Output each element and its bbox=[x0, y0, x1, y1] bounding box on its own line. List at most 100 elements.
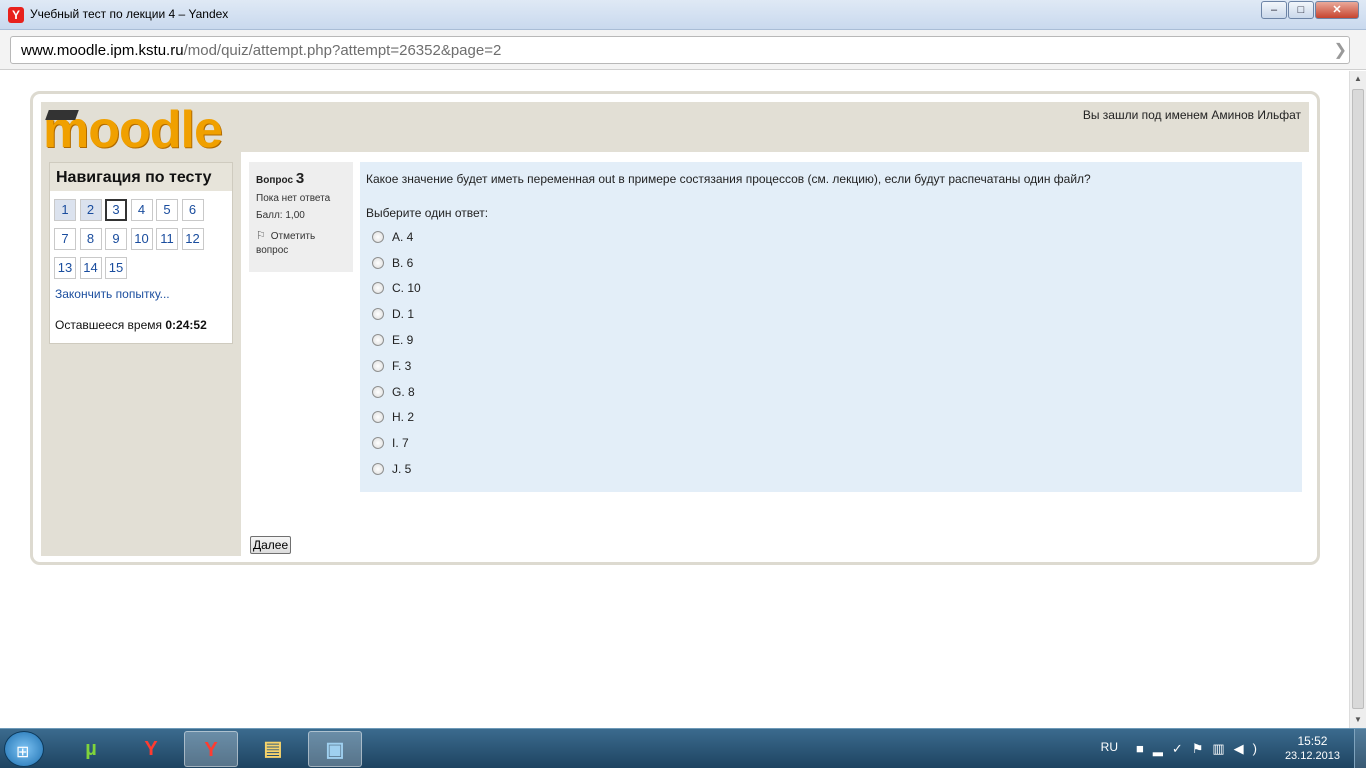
next-button[interactable]: Далее bbox=[250, 536, 292, 554]
answer-radio[interactable] bbox=[372, 463, 384, 476]
answer-label: B. 6 bbox=[392, 255, 414, 270]
question-label: Вопрос bbox=[256, 175, 294, 186]
question-nav-button-12[interactable]: 12 bbox=[181, 228, 204, 250]
answer-label: F. 3 bbox=[392, 358, 412, 373]
answer-label: D. 1 bbox=[392, 307, 415, 322]
answer-radio[interactable] bbox=[372, 385, 384, 398]
time-remaining-value: 0:24:52 bbox=[165, 318, 207, 332]
moodle-page: moodle Вы зашли под именем Аминов Ильфат… bbox=[30, 91, 1320, 565]
minimize-button[interactable]: ‒ bbox=[1261, 1, 1287, 19]
question-nav-button-15[interactable]: 15 bbox=[105, 257, 127, 279]
vertical-scrollbar[interactable]: ▲ ▼ bbox=[1349, 71, 1366, 728]
network-icon[interactable]: ▥ bbox=[1212, 741, 1233, 756]
question-nav-button-11[interactable]: 11 bbox=[156, 228, 178, 250]
language-indicator[interactable]: RU bbox=[1101, 740, 1118, 754]
maximize-button[interactable]: □ bbox=[1288, 1, 1314, 19]
question-nav-button-14[interactable]: 14 bbox=[79, 257, 102, 279]
answer-label: E. 9 bbox=[392, 333, 414, 348]
answer-radio[interactable] bbox=[372, 437, 384, 450]
signal-icon[interactable]: ▂ bbox=[1153, 741, 1172, 756]
answer-label: H. 2 bbox=[392, 410, 415, 425]
tray-icons: ■▂✓⚑▥◀) bbox=[1136, 741, 1266, 757]
scrollbar-thumb[interactable] bbox=[1352, 89, 1364, 709]
question-nav-button-6[interactable]: 6 bbox=[181, 199, 204, 221]
question-nav-button-10[interactable]: 10 bbox=[130, 228, 153, 250]
scroll-down-icon[interactable]: ▼ bbox=[1350, 712, 1366, 728]
scroll-up-icon[interactable]: ▲ bbox=[1350, 71, 1366, 87]
tray-sync-icon[interactable]: ✓ bbox=[1172, 741, 1192, 756]
answer-option[interactable]: D. 1 bbox=[366, 301, 1296, 327]
answer-radio[interactable] bbox=[372, 359, 384, 372]
page-header: moodle Вы зашли под именем Аминов Ильфат bbox=[41, 102, 1309, 158]
answer-radio[interactable] bbox=[372, 230, 384, 243]
url-text: www.moodle.ipm.kstu.ru/mod/quiz/attempt.… bbox=[21, 42, 501, 59]
url-path: /mod/quiz/attempt.php?attempt=26352&page… bbox=[183, 42, 502, 59]
moodle-logo[interactable]: moodle bbox=[43, 102, 223, 158]
window-title: Учебный тест по лекции 4 – Yandex bbox=[30, 7, 229, 21]
clock-time: 15:52 bbox=[1297, 734, 1328, 748]
time-remaining: Оставшееся время 0:24:52 bbox=[55, 318, 207, 332]
volume-icon[interactable]: ◀) bbox=[1234, 741, 1266, 756]
answer-option[interactable]: I. 7 bbox=[366, 430, 1296, 456]
question-nav-button-5[interactable]: 5 bbox=[156, 199, 178, 221]
answer-prompt: Выберите один ответ: bbox=[366, 206, 489, 220]
start-button[interactable]: ⊞ bbox=[4, 731, 44, 767]
question-nav-button-4[interactable]: 4 bbox=[130, 199, 153, 221]
flag-question-toggle[interactable]: ⚐ Отметить вопрос bbox=[256, 229, 346, 258]
taskbar: ⊞ µ Y Y ▤ ▣ RU ■▂✓⚑▥◀) 15:52 23.12.2013 bbox=[0, 728, 1366, 768]
answer-radio[interactable] bbox=[372, 308, 384, 321]
answer-label: A. 4 bbox=[392, 229, 414, 244]
yandex-icon[interactable]: Y bbox=[124, 731, 178, 767]
show-desktop-button[interactable] bbox=[1354, 729, 1366, 768]
question-nav-button-8[interactable]: 8 bbox=[79, 228, 102, 250]
answer-radio[interactable] bbox=[372, 334, 384, 347]
answer-label: G. 8 bbox=[392, 384, 415, 399]
time-remaining-label: Оставшееся время bbox=[55, 318, 163, 332]
folder-icon[interactable]: ▤ bbox=[246, 731, 300, 767]
question-text: Какое значение будет иметь переменная ou… bbox=[366, 172, 1091, 186]
answer-option[interactable]: E. 9 bbox=[366, 327, 1296, 353]
answer-option[interactable]: G. 8 bbox=[366, 379, 1296, 405]
question-nav-button-2[interactable]: 2 bbox=[79, 199, 102, 221]
answer-option[interactable]: B. 6 bbox=[366, 250, 1296, 276]
question-score: Балл: 1,00 bbox=[256, 210, 305, 221]
flag-icon: ⚐ bbox=[256, 230, 266, 242]
quiz-navigation-block: Навигация по тесту 1 2 3 4 5 6 7 8 9 10 11 12 13 14 15… bbox=[49, 162, 233, 344]
clock[interactable]: 15:52 23.12.2013 bbox=[1285, 734, 1340, 764]
answer-label: I. 7 bbox=[392, 436, 409, 451]
answer-option[interactable]: H. 2 bbox=[366, 405, 1296, 431]
windows-logo-icon: ⊞ bbox=[16, 744, 30, 761]
yandex-browser-icon: Y bbox=[8, 7, 24, 23]
question-number: Вопрос 3 bbox=[256, 170, 346, 187]
finish-attempt-link[interactable]: Закончить попытку... bbox=[55, 287, 170, 301]
answer-option[interactable]: A. 4 bbox=[366, 224, 1296, 250]
question-nav-button-1[interactable]: 1 bbox=[54, 199, 76, 221]
quiz-navigation-title: Навигация по тесту bbox=[50, 163, 232, 191]
question-nav-button-9[interactable]: 9 bbox=[105, 228, 127, 250]
url-field[interactable]: www.moodle.ipm.kstu.ru/mod/quiz/attempt.… bbox=[10, 36, 1350, 64]
url-host: www.moodle.ipm.kstu.ru bbox=[21, 42, 184, 59]
tray-app-icon[interactable]: ■ bbox=[1136, 741, 1153, 756]
image-viewer-icon[interactable]: ▣ bbox=[308, 731, 362, 767]
clock-date: 23.12.2013 bbox=[1284, 750, 1340, 762]
question-nav-button-3[interactable]: 3 bbox=[105, 199, 127, 221]
answer-option[interactable]: F. 3 bbox=[366, 353, 1296, 379]
answer-label: J. 5 bbox=[392, 462, 412, 477]
answer-option[interactable]: C. 10 bbox=[366, 276, 1296, 302]
window-controls: ‒ □ ✕ bbox=[1260, 1, 1359, 19]
address-bar: www.moodle.ipm.kstu.ru/mod/quiz/attempt.… bbox=[0, 30, 1366, 70]
answer-radio[interactable] bbox=[372, 282, 384, 295]
page-viewport: moodle Вы зашли под именем Аминов Ильфат… bbox=[0, 71, 1366, 728]
answer-radio[interactable] bbox=[372, 411, 384, 424]
question-nav-button-7[interactable]: 7 bbox=[54, 228, 76, 250]
close-button[interactable]: ✕ bbox=[1315, 1, 1359, 19]
answer-radio[interactable] bbox=[372, 256, 384, 269]
utorrent-icon[interactable]: µ bbox=[64, 731, 118, 767]
yandex-browser-task-icon[interactable]: Y bbox=[184, 731, 238, 767]
answer-option[interactable]: J. 5 bbox=[366, 456, 1296, 482]
question-nav-button-13[interactable]: 13 bbox=[54, 257, 76, 279]
chevron-right-icon[interactable]: ❯ bbox=[1334, 40, 1347, 60]
answer-options: A. 4 B. 6 C. 10 D. 1 E. 9 F. 3 G. 8 H. 2 I. 7 J. … bbox=[366, 224, 1296, 482]
action-center-flag-icon[interactable]: ⚑ bbox=[1192, 741, 1213, 756]
window-titlebar: Y Учебный тест по лекции 4 – Yandex ‒ □ … bbox=[0, 0, 1366, 30]
